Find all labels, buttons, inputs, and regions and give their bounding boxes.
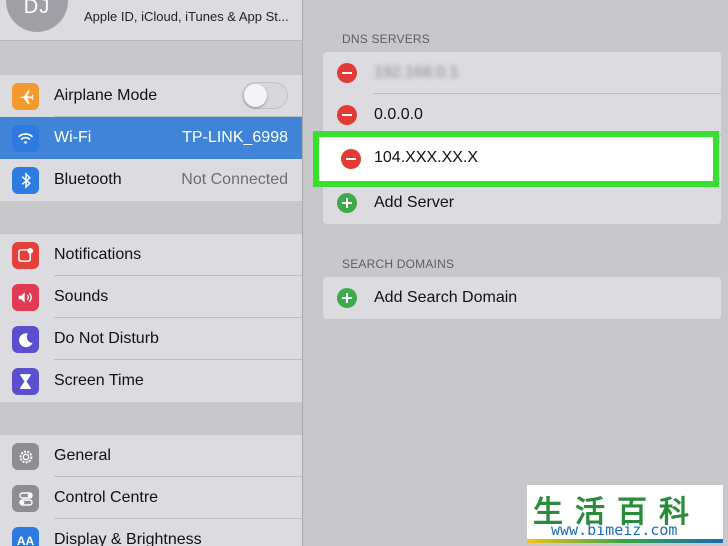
add-server-row[interactable]: Add Server [323,182,721,224]
switches-icon [12,485,39,512]
sidebar-item-label: Wi-Fi [54,129,92,146]
airplane-mode-toggle[interactable] [242,82,288,109]
sidebar-item-bluetooth[interactable]: Bluetooth Not Connected [0,159,302,201]
site-watermark: 生活百科 www.bimeiz.com [527,485,723,543]
sidebar-item-display-brightness[interactable]: AA Display & Brightness [0,519,302,546]
sidebar-item-notifications[interactable]: Notifications [0,234,302,276]
sidebar-item-wifi[interactable]: Wi-Fi TP-LINK_6998 [0,117,302,159]
gear-icon [12,443,39,470]
sidebar-item-sounds[interactable]: Sounds [0,276,302,318]
dns-server-address[interactable]: 0.0.0.0 [374,106,423,124]
connectivity-group: Airplane Mode Wi-Fi TP-LINK_6998 Bluetoo… [0,75,302,201]
add-server-label[interactable]: Add Server [374,194,454,212]
sidebar-item-label: Bluetooth [54,171,122,188]
sidebar-item-label: General [54,447,111,464]
search-domains-header: SEARCH DOMAINS [342,257,455,271]
dns-server-address-input[interactable]: 104.XXX.XX.X [374,149,478,167]
general-group: General Control Centre AA Display & Brig… [0,435,302,546]
dns-server-address[interactable]: 192.168.0.1 [374,64,459,82]
add-search-domain-row[interactable]: Add Search Domain [323,277,721,319]
watermark-url: www.bimeiz.com [551,521,678,539]
toggle-knob [244,84,267,107]
avatar: DJ [6,0,68,32]
delete-server-icon[interactable] [341,149,361,169]
notifications-icon [12,242,39,269]
wifi-network-name: TP-LINK_6998 [182,129,288,146]
bluetooth-icon [12,167,39,194]
watermark-stripe [527,539,723,543]
notifications-group: Notifications Sounds Do Not Disturb Scre… [0,234,302,402]
sidebar-item-do-not-disturb[interactable]: Do Not Disturb [0,318,302,360]
delete-server-icon[interactable] [337,105,357,125]
moon-icon [12,326,39,353]
dns-server-row[interactable]: 192.168.0.1 [323,52,721,94]
add-search-domain-icon[interactable] [337,288,357,308]
airplane-icon [12,83,39,110]
sidebar-item-label: Do Not Disturb [54,330,159,347]
bluetooth-status: Not Connected [181,171,288,188]
sidebar-item-label: Sounds [54,288,109,305]
display-icon: AA [12,527,39,546]
delete-server-icon[interactable] [337,63,357,83]
sidebar-item-airplane-mode[interactable]: Airplane Mode [0,75,302,117]
sidebar-item-general[interactable]: General [0,435,302,477]
sidebar-item-label: Display & Brightness [54,531,202,546]
apple-id-profile-row[interactable]: DJ Apple ID, iCloud, iTunes & App St... [0,0,302,41]
sidebar-item-screen-time[interactable]: Screen Time [0,360,302,402]
dns-server-row[interactable]: 0.0.0.0 [323,94,721,136]
hourglass-icon [12,368,39,395]
sidebar-item-control-centre[interactable]: Control Centre [0,477,302,519]
wifi-icon [12,125,39,152]
sidebar-item-label: Notifications [54,246,142,263]
sidebar-item-label: Screen Time [54,372,144,389]
profile-subtitle: Apple ID, iCloud, iTunes & App St... [84,9,289,24]
highlighted-dns-server-row[interactable]: 104.XXX.XX.X [313,131,719,187]
dns-servers-header: DNS SERVERS [342,32,431,46]
add-server-icon[interactable] [337,193,357,213]
settings-sidebar: DJ Apple ID, iCloud, iTunes & App St... … [0,0,302,546]
search-domains-list: Add Search Domain [323,277,721,319]
sounds-icon [12,284,39,311]
sidebar-item-label: Control Centre [54,489,159,506]
add-search-domain-label[interactable]: Add Search Domain [374,289,517,307]
sidebar-item-label: Airplane Mode [54,87,158,104]
